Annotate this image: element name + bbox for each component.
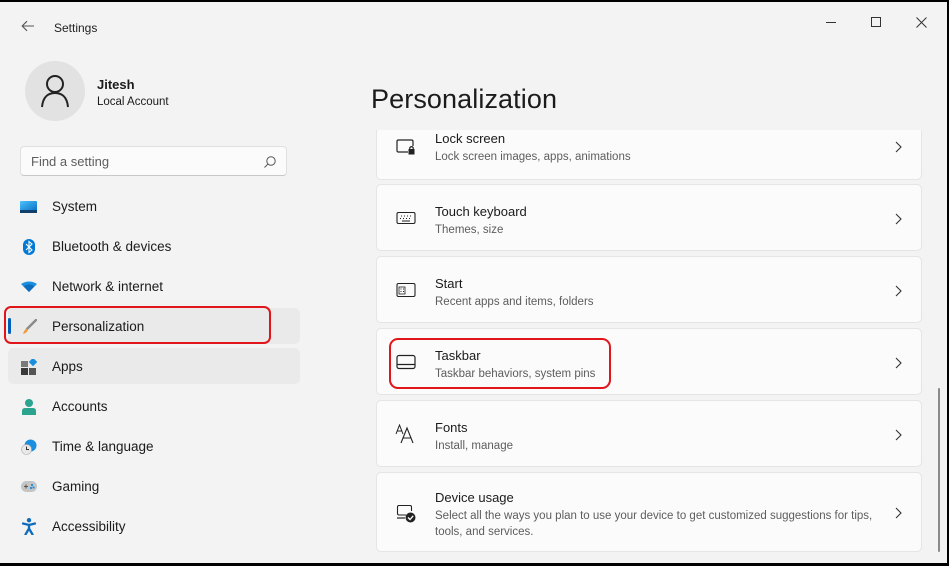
card-title: Lock screen	[435, 131, 506, 146]
card-title: Fonts	[435, 420, 468, 435]
back-arrow-icon	[21, 20, 34, 32]
minimize-icon	[826, 21, 836, 23]
sidebar-nav: System Bluetooth & devices Network & int…	[8, 188, 300, 548]
accessibility-icon	[20, 518, 37, 535]
clock-globe-icon	[20, 438, 37, 455]
wifi-icon	[20, 278, 37, 295]
search-input[interactable]	[31, 153, 251, 169]
sidebar-item-time-language[interactable]: Time & language	[8, 428, 300, 464]
keyboard-icon	[395, 207, 417, 229]
user-name: Jitesh	[97, 77, 135, 92]
chevron-right-icon	[895, 429, 902, 441]
sidebar-item-label: Accounts	[52, 398, 108, 414]
maximize-button[interactable]	[856, 8, 896, 36]
card-start[interactable]: Start Recent apps and items, folders	[376, 256, 922, 323]
card-subtitle: Select all the ways you plan to use your…	[435, 510, 873, 538]
sidebar-item-label: System	[52, 198, 98, 214]
card-touch-keyboard[interactable]: Touch keyboard Themes, size	[376, 184, 922, 251]
sidebar-item-label: Personalization	[52, 318, 145, 334]
chevron-right-icon	[895, 141, 902, 153]
device-usage-icon	[395, 503, 417, 525]
sidebar-item-label: Gaming	[52, 478, 100, 494]
account-type: Local Account	[97, 96, 169, 108]
apps-icon	[20, 358, 37, 375]
search-icon[interactable]	[263, 155, 277, 169]
chevron-right-icon	[895, 357, 902, 369]
settings-window: Settings Jitesh Local Account System Blu…	[0, 0, 949, 566]
card-title: Taskbar	[435, 348, 481, 363]
sidebar-item-gaming[interactable]: Gaming	[8, 468, 300, 504]
title-bar: Settings	[0, 2, 947, 48]
minimize-button[interactable]	[811, 8, 851, 36]
system-icon	[20, 198, 37, 215]
account-icon	[20, 398, 37, 415]
card-fonts[interactable]: Fonts Install, manage	[376, 400, 922, 467]
avatar[interactable]	[25, 61, 85, 121]
app-title: Settings	[54, 21, 98, 35]
card-title: Start	[435, 276, 463, 291]
gamepad-icon	[20, 478, 37, 495]
close-button[interactable]	[901, 8, 941, 36]
brush-icon	[20, 318, 37, 335]
chevron-right-icon	[895, 285, 902, 297]
bluetooth-icon	[20, 238, 37, 255]
chevron-right-icon	[895, 507, 902, 519]
sidebar-item-system[interactable]: System	[8, 188, 300, 224]
sidebar-item-bluetooth[interactable]: Bluetooth & devices	[8, 228, 300, 264]
card-taskbar[interactable]: Taskbar Taskbar behaviors, system pins	[376, 328, 922, 395]
card-subtitle: Recent apps and items, folders	[435, 296, 594, 308]
taskbar-icon	[395, 351, 417, 373]
back-button[interactable]	[14, 14, 42, 38]
close-icon	[915, 16, 927, 28]
card-lock-screen[interactable]: Lock screen Lock screen images, apps, an…	[376, 130, 922, 180]
sidebar-item-label: Accessibility	[52, 518, 126, 534]
card-subtitle: Taskbar behaviors, system pins	[435, 368, 596, 380]
search-box[interactable]	[20, 146, 287, 176]
page-title: Personalization	[371, 84, 558, 114]
sidebar-item-apps[interactable]: Apps	[8, 348, 300, 384]
person-icon	[41, 75, 69, 108]
selected-indicator	[8, 318, 11, 334]
sidebar-item-accessibility[interactable]: Accessibility	[8, 508, 300, 544]
card-subtitle: Lock screen images, apps, animations	[435, 151, 631, 163]
card-device-usage[interactable]: Device usage Select all the ways you pla…	[376, 472, 922, 552]
card-title: Touch keyboard	[435, 204, 527, 219]
lock-screen-icon	[395, 136, 417, 158]
card-subtitle: Themes, size	[435, 224, 504, 236]
fonts-icon	[395, 423, 417, 445]
sidebar-item-label: Network & internet	[52, 278, 164, 294]
sidebar-item-label: Time & language	[52, 438, 154, 454]
chevron-right-icon	[895, 213, 902, 225]
card-title: Device usage	[435, 490, 514, 505]
sidebar-item-label: Apps	[52, 358, 83, 374]
card-subtitle: Install, manage	[435, 440, 513, 452]
sidebar-item-label: Bluetooth & devices	[52, 238, 172, 254]
sidebar-item-network[interactable]: Network & internet	[8, 268, 300, 304]
scrollbar[interactable]	[938, 388, 940, 552]
maximize-icon	[871, 17, 881, 27]
settings-cards-list: Lock screen Lock screen images, apps, an…	[376, 130, 922, 560]
start-icon	[395, 279, 417, 301]
sidebar-item-personalization[interactable]: Personalization	[8, 308, 300, 344]
sidebar-item-accounts[interactable]: Accounts	[8, 388, 300, 424]
